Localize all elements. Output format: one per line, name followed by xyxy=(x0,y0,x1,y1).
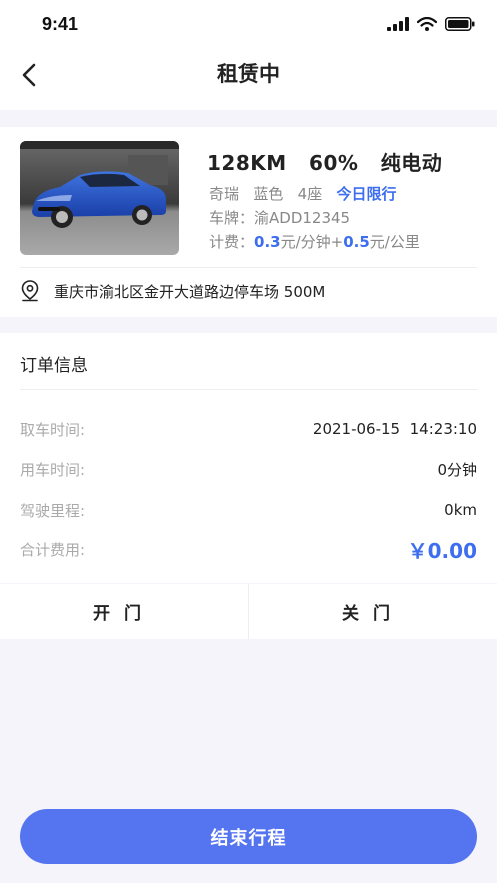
order-row-mileage: 驾驶里程: 0km xyxy=(20,498,477,522)
car-image xyxy=(20,141,179,255)
restriction-badge: 今日限行 xyxy=(336,185,397,203)
nav-bar: 租赁中 xyxy=(0,48,497,110)
fee-minute-value: 0.3 xyxy=(254,233,281,251)
fee-label: 计费： xyxy=(209,233,255,251)
status-bar: 9:41 xyxy=(0,0,497,48)
fee-row: 计费：0.3元/分钟+0.5元/公里 xyxy=(209,231,420,252)
location-row[interactable]: 重庆市渝北区金开大道路边停车场 500M xyxy=(20,280,325,302)
divider xyxy=(20,267,477,268)
car-brand: 奇瑞 xyxy=(209,185,240,203)
row-value: 0km xyxy=(444,501,477,519)
order-row-total: 合计费用: ￥0.00 xyxy=(20,537,477,563)
signal-icon xyxy=(387,17,409,31)
door-controls: 开门 关门 xyxy=(0,584,497,639)
order-info-card: 订单信息 取车时间: 2021-06-15 14:23:10 用车时间: 0分钟… xyxy=(0,333,497,583)
row-label: 用车时间: xyxy=(20,460,86,479)
fee-km-unit: 元/公里 xyxy=(369,233,420,251)
plate-label: 车牌： xyxy=(209,209,255,227)
page-title: 租赁中 xyxy=(217,62,280,86)
car-color: 蓝色 xyxy=(253,185,284,203)
section-title: 订单信息 xyxy=(20,356,88,376)
location-pin-icon xyxy=(21,280,39,302)
row-label: 驾驶里程: xyxy=(20,501,86,520)
plate-row: 车牌：渝ADD12345 xyxy=(209,207,350,228)
car-seats: 4座 xyxy=(297,185,323,203)
row-value: 2021-06-15 14:23:10 xyxy=(312,420,477,438)
divider xyxy=(20,389,477,390)
fee-minute-unit: 元/分钟+ xyxy=(280,233,344,251)
location-address: 重庆市渝北区金开大道路边停车场 500M xyxy=(54,282,326,301)
battery-icon xyxy=(445,17,475,31)
fee-km-value: 0.5 xyxy=(343,233,370,251)
plate-value: 渝ADD12345 xyxy=(254,209,351,227)
car-card: 128KM 60% 纯电动 奇瑞 蓝色 4座 今日限行 车牌：渝ADD12345… xyxy=(0,127,497,317)
status-time: 9:41 xyxy=(42,14,79,34)
total-amount: ￥0.00 xyxy=(407,538,477,563)
order-row-usage-time: 用车时间: 0分钟 xyxy=(20,457,477,481)
close-door-button[interactable]: 关门 xyxy=(248,584,497,639)
end-trip-button[interactable]: 结束行程 xyxy=(20,809,477,864)
row-label: 取车时间: xyxy=(20,420,86,439)
car-attributes: 奇瑞 蓝色 4座 今日限行 xyxy=(209,183,397,204)
open-door-button[interactable]: 开门 xyxy=(0,584,248,639)
row-value: 0分钟 xyxy=(437,460,477,479)
wifi-icon xyxy=(417,17,437,31)
car-specs: 128KM 60% 纯电动 xyxy=(207,151,443,175)
status-icons xyxy=(387,16,475,32)
order-row-pickup-time: 取车时间: 2021-06-15 14:23:10 xyxy=(20,417,477,441)
row-label: 合计费用: xyxy=(20,540,86,559)
